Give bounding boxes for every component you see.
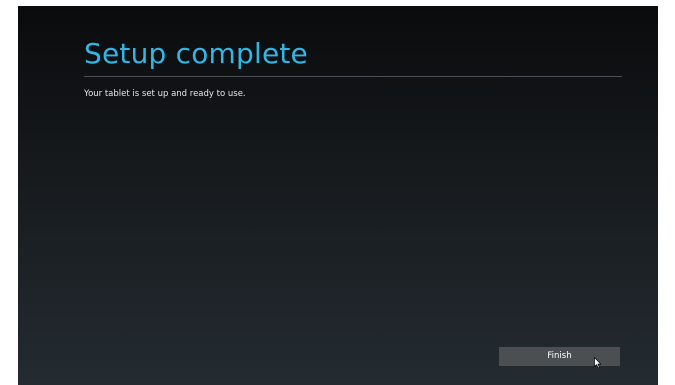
mouse-pointer-icon [594, 357, 602, 369]
page-title: Setup complete [84, 37, 308, 70]
setup-message: Your tablet is set up and ready to use. [84, 89, 246, 99]
setup-screen: Setup complete Your tablet is set up and… [18, 6, 658, 385]
title-divider [84, 76, 622, 77]
